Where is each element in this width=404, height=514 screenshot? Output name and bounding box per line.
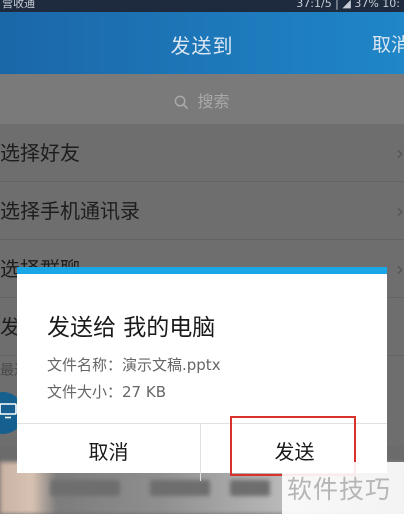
list-item-friends[interactable]: 选择好友 › [0, 124, 404, 182]
status-bar: 营收通 37:1/5 | ◢ 37% 10: [0, 0, 404, 12]
cancel-button[interactable]: 取消 [17, 424, 201, 481]
search-bar[interactable]: 搜索 [0, 74, 404, 124]
header: 发送到 取消 [0, 12, 404, 74]
list-item-label: 选择手机通讯录 [0, 199, 140, 223]
send-confirm-dialog: 发送给 我的电脑 文件名称：演示文稿.pptx 文件大小：27 KB 取消 发送 [17, 267, 387, 481]
file-name-text: 文件名称：演示文稿.pptx [47, 356, 221, 374]
page-title: 发送到 [170, 34, 234, 58]
search-icon [175, 95, 189, 110]
dialog-title: 发送给 我的电脑 [47, 315, 216, 341]
list-item-phone-contacts[interactable]: 选择手机通讯录 › [0, 182, 404, 240]
chevron-right-icon: › [396, 199, 404, 223]
search-placeholder: 搜索 [197, 92, 230, 111]
chevron-right-icon: › [396, 141, 404, 165]
status-left-text: 营收通 [2, 0, 35, 10]
search-input[interactable]: 搜索 [0, 88, 404, 112]
screen: 营收通 37:1/5 | ◢ 37% 10: 发送到 取消 搜索 选择好友 › … [0, 0, 404, 514]
header-cancel-button[interactable]: 取消 [372, 30, 404, 57]
chevron-right-icon: › [396, 257, 404, 281]
watermark-text: 软件技巧 [287, 475, 392, 504]
file-size-text: 文件大小：27 KB [47, 383, 166, 401]
status-right-text: 37:1/5 | ◢ 37% 10: [296, 0, 400, 10]
list-item-label: 选择好友 [0, 141, 80, 165]
